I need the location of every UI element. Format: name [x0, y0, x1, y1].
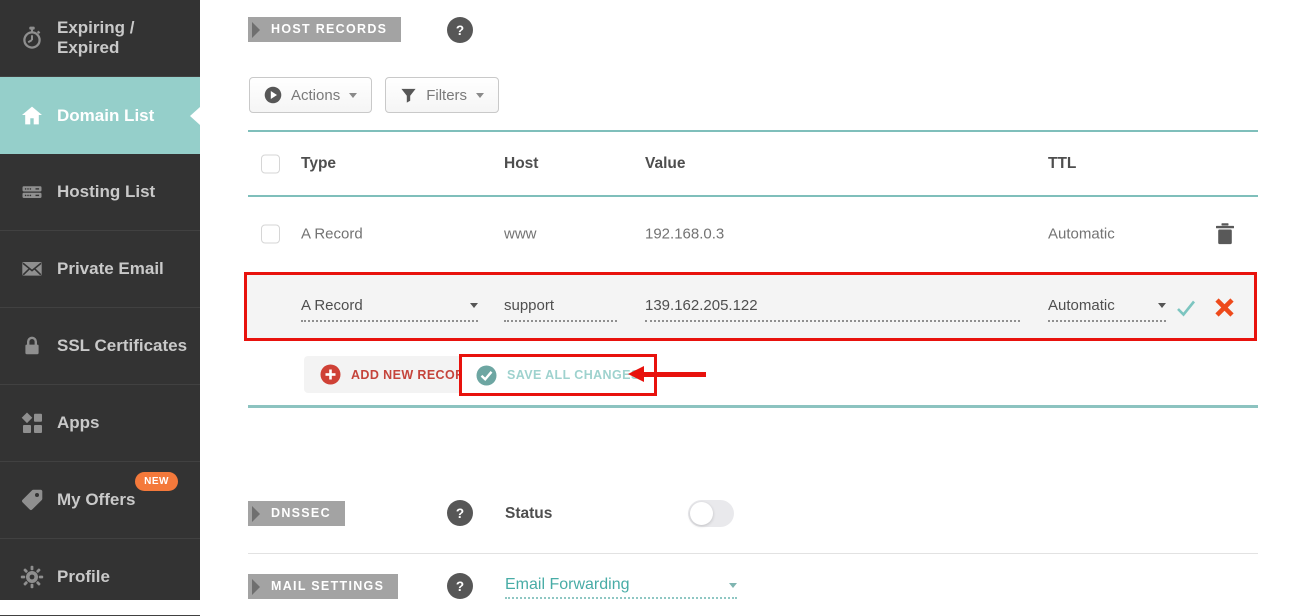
- dnssec-status-label: Status: [505, 505, 553, 522]
- tag-icon: [20, 488, 44, 512]
- toggle-knob: [690, 502, 713, 525]
- sidebar-item-my-offers[interactable]: My Offers NEW: [0, 462, 200, 539]
- record-host: www: [504, 225, 537, 242]
- mail-settings-select[interactable]: Email Forwarding: [505, 573, 737, 599]
- chevron-down-icon: [349, 92, 358, 98]
- chevron-down-icon: [729, 582, 737, 588]
- table-row: A Record www 192.168.0.3 Automatic: [248, 197, 1258, 270]
- record-ttl: Automatic: [1048, 225, 1115, 242]
- sidebar-item-domain-list[interactable]: Domain List: [0, 77, 200, 154]
- sidebar-item-label: Domain List: [57, 105, 155, 125]
- sidebar-item-label: Apps: [57, 413, 100, 432]
- save-all-changes-button[interactable]: SAVE ALL CHANGES: [462, 357, 654, 393]
- column-header-value: Value: [645, 154, 686, 172]
- delete-record-button[interactable]: [1215, 222, 1235, 245]
- dnssec-help-icon[interactable]: ?: [447, 500, 473, 526]
- sidebar-item-apps[interactable]: Apps: [0, 385, 200, 462]
- mail-settings-selected-option: Email Forwarding: [505, 576, 630, 593]
- home-icon: [20, 104, 44, 128]
- annotation-arrow-left: [628, 366, 706, 383]
- chevron-down-icon: [476, 92, 485, 98]
- sidebar-item-profile[interactable]: Profile: [0, 539, 200, 616]
- check-circle-icon: [476, 365, 497, 386]
- host-records-toolbar: Actions Filters: [249, 77, 500, 113]
- save-all-changes-highlight-box: SAVE ALL CHANGES: [459, 354, 657, 396]
- section-label: HOST RECORDS: [271, 22, 388, 36]
- sidebar-item-label: Profile: [57, 567, 110, 586]
- check-icon: [1177, 300, 1196, 317]
- record-host-input[interactable]: [504, 291, 617, 322]
- lock-icon: [20, 334, 44, 358]
- funnel-icon: [400, 87, 417, 104]
- active-item-notch: [190, 106, 200, 125]
- host-records-help-icon[interactable]: ?: [447, 17, 473, 43]
- actions-button[interactable]: Actions: [249, 77, 373, 113]
- section-label: DNSSEC: [271, 506, 331, 520]
- gear-icon: [20, 565, 44, 589]
- section-label: MAIL SETTINGS: [271, 579, 385, 593]
- cancel-record-button[interactable]: [1214, 297, 1235, 318]
- host-records-table: Type Host Value TTL A Record www 192.168…: [248, 130, 1258, 270]
- trash-icon: [1216, 222, 1234, 244]
- actions-label: Actions: [291, 86, 341, 104]
- mail-settings-section-tag: MAIL SETTINGS: [248, 574, 399, 599]
- column-header-type: Type: [301, 154, 337, 172]
- play-circle-icon: [264, 86, 282, 104]
- record-value: 192.168.0.3: [645, 225, 725, 242]
- dnssec-status-toggle[interactable]: [688, 500, 734, 527]
- column-header-ttl: TTL: [1048, 154, 1077, 172]
- add-new-record-label: ADD NEW RECORD: [351, 367, 474, 382]
- sidebar-item-label: Private Email: [57, 259, 164, 278]
- record-value-input[interactable]: [645, 291, 1020, 322]
- sidebar-item-label: Hosting List: [57, 182, 156, 201]
- sidebar-item-label: SSL Certificates: [57, 336, 188, 355]
- record-type: A Record: [301, 225, 363, 242]
- record-type-select[interactable]: A Record: [301, 291, 478, 322]
- server-icon: [20, 180, 44, 204]
- plus-circle-icon: [320, 364, 341, 385]
- mail-settings-help-icon[interactable]: ?: [447, 573, 473, 599]
- record-ttl-select[interactable]: Automatic: [1048, 291, 1166, 322]
- select-all-checkbox[interactable]: [261, 154, 280, 173]
- row-checkbox[interactable]: [261, 224, 280, 243]
- column-header-host: Host: [504, 154, 539, 172]
- chevron-down-icon: [470, 303, 478, 308]
- save-all-changes-label: SAVE ALL CHANGES: [507, 368, 640, 382]
- new-badge: NEW: [135, 472, 178, 491]
- confirm-record-button[interactable]: [1176, 298, 1196, 318]
- table-header-row: Type Host Value TTL: [248, 130, 1258, 197]
- sidebar-item-label: Expiring / Expired: [57, 18, 135, 57]
- edit-record-row-highlighted: A Record Automatic: [244, 272, 1257, 341]
- host-records-section-tag: HOST RECORDS: [248, 17, 402, 42]
- sidebar-item-private-email[interactable]: Private Email: [0, 231, 200, 308]
- chevron-down-icon: [1158, 303, 1166, 308]
- dnssec-section-tag: DNSSEC: [248, 501, 345, 526]
- sidebar-item-label: My Offers: [57, 490, 136, 509]
- arrow-shaft: [644, 372, 706, 377]
- filters-button[interactable]: Filters: [385, 77, 500, 113]
- sidebar-item-expiring-expired[interactable]: Expiring / Expired: [0, 0, 200, 77]
- stopwatch-icon: [20, 26, 44, 50]
- x-icon: [1215, 298, 1234, 317]
- arrow-head: [628, 366, 644, 382]
- section-divider-gray: [248, 553, 1258, 554]
- sidebar-item-hosting-list[interactable]: Hosting List: [0, 154, 200, 231]
- envelope-icon: [20, 257, 44, 281]
- filters-label: Filters: [426, 86, 468, 104]
- section-divider-teal: [248, 405, 1258, 408]
- sidebar: Expiring / Expired Domain List Hosting L…: [0, 0, 200, 616]
- sidebar-item-ssl-certificates[interactable]: SSL Certificates: [0, 308, 200, 385]
- apps-grid-icon: [20, 411, 44, 435]
